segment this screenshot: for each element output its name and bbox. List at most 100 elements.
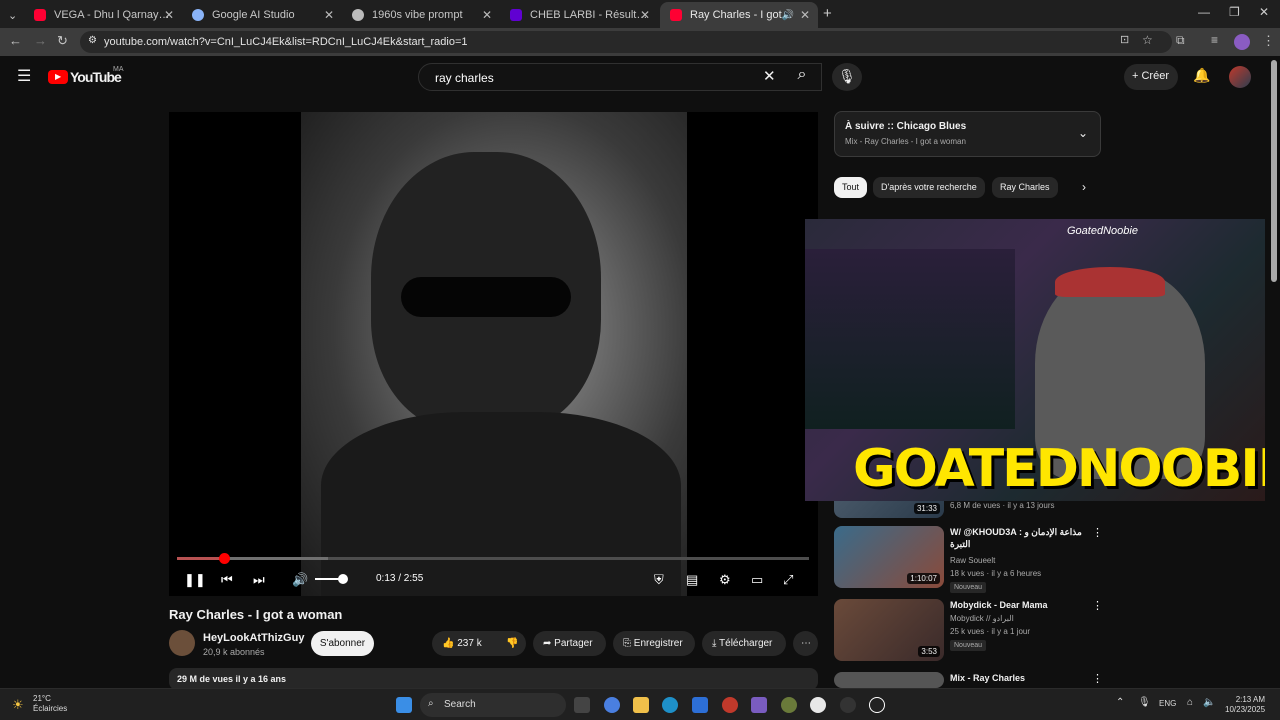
new-tab-icon[interactable]: + <box>823 5 832 22</box>
tab-vega[interactable]: VEGA - Dhu l Qarnayn Prod By ✕ <box>24 2 182 28</box>
speaker-icon[interactable]: 🔊 <box>782 10 794 21</box>
tab-cheb-larbi[interactable]: CHEB LARBI - Résultats Yahoo ✕ <box>500 2 658 28</box>
chip-ray-charles[interactable]: Ray Charles <box>992 177 1058 198</box>
video-thumbnail[interactable]: 3:53 <box>834 599 944 661</box>
video-thumbnail[interactable] <box>834 672 944 688</box>
voice-search-button[interactable]: 🎙 <box>832 63 862 91</box>
page-scrollbar[interactable] <box>1271 60 1277 282</box>
up-next-panel[interactable]: À suivre :: Chicago Blues Mix - Ray Char… <box>834 111 1101 157</box>
browser-menu-icon[interactable]: ⋮ <box>1262 33 1275 49</box>
create-button[interactable]: + Créer <box>1124 64 1178 90</box>
app-green-icon[interactable] <box>781 697 797 713</box>
minimize-icon[interactable]: — <box>1198 5 1210 19</box>
restore-icon[interactable]: ❐ <box>1229 5 1240 19</box>
network-icon[interactable]: ⌂ <box>1187 697 1193 708</box>
close-icon[interactable]: ✕ <box>324 8 334 22</box>
progress-scrubber[interactable] <box>218 553 230 564</box>
volume-icon[interactable]: 🔈 <box>1203 697 1215 708</box>
clear-search-icon[interactable]: ✕ <box>763 67 776 85</box>
channel-name[interactable]: HeyLookAtThizGuy <box>203 632 304 644</box>
hamburger-menu-icon[interactable]: ☰ <box>17 66 31 86</box>
more-actions-button[interactable]: ⋯ <box>793 631 818 656</box>
pause-icon[interactable]: ❚❚ <box>184 572 206 588</box>
channel-avatar[interactable] <box>169 630 195 656</box>
more-vertical-icon[interactable]: ⋮ <box>1092 599 1103 612</box>
system-clock[interactable]: 2:13 AM 10/23/2025 <box>1225 695 1265 715</box>
video-title[interactable]: Mix - Ray Charles <box>950 672 1090 684</box>
copilot-icon[interactable] <box>604 697 620 713</box>
tab-1960s-prompt[interactable]: 1960s vibe prompt ✕ <box>342 2 500 28</box>
search-input[interactable]: ray charles <box>418 63 822 91</box>
fullscreen-icon[interactable]: ⤢ <box>783 572 793 588</box>
volume-icon[interactable]: 🔊 <box>292 572 308 588</box>
like-button[interactable]: 👍 237 k <box>432 631 496 656</box>
chevron-right-icon[interactable]: › <box>1082 180 1086 194</box>
account-avatar[interactable] <box>1229 66 1251 88</box>
dislike-button[interactable]: 👎 <box>496 631 526 656</box>
theater-mode-icon[interactable]: ▭ <box>751 572 763 588</box>
settings-gear-icon[interactable]: ⚙ <box>719 572 731 588</box>
chevron-down-icon[interactable]: ⌄ <box>1078 126 1088 140</box>
next-icon[interactable]: ⏭ <box>253 572 265 588</box>
media-controls-icon[interactable]: ≡ <box>1211 33 1218 47</box>
chevron-up-icon[interactable]: ⌃ <box>1116 697 1124 708</box>
subscribe-button[interactable]: S'abonner <box>311 631 374 656</box>
store-icon[interactable] <box>692 697 708 713</box>
back-icon[interactable]: ← <box>9 33 22 48</box>
volume-knob[interactable] <box>338 574 348 584</box>
language-indicator[interactable]: ENG <box>1159 699 1176 708</box>
shield-icon[interactable]: ⛨ <box>654 572 664 588</box>
search-button[interactable]: ⌕ <box>782 63 822 91</box>
microphone-icon[interactable]: 🎙 <box>1138 697 1151 708</box>
temperature: 21°C <box>33 694 51 703</box>
task-view-icon[interactable] <box>574 697 590 713</box>
progress-bar[interactable] <box>177 553 809 564</box>
extensions-icon[interactable]: ⧉ <box>1176 33 1185 48</box>
taskbar-search[interactable]: ⌕ Search <box>420 693 566 717</box>
notifications-bell-icon[interactable]: 🔔 <box>1193 67 1210 84</box>
chrome-icon[interactable] <box>810 697 826 713</box>
install-icon[interactable]: ⊡ <box>1120 33 1129 46</box>
url-field[interactable]: ⚙ youtube.com/watch?v=CnI_LuCJ4Ek&list=R… <box>80 31 1172 53</box>
more-horizontal-icon: ⋯ <box>801 638 811 649</box>
tab-search-dropdown[interactable]: ⌄ <box>4 2 24 28</box>
description-box[interactable]: 29 M de vues il y a 16 ans <box>169 668 818 690</box>
chip-from-search[interactable]: D'après votre recherche <box>873 177 985 198</box>
close-icon[interactable]: ✕ <box>800 8 810 22</box>
profile-avatar[interactable] <box>1234 34 1250 50</box>
save-button[interactable]: ⎘ Enregistrer <box>613 631 695 656</box>
youtube-logo-icon[interactable]: ▶ <box>48 70 68 84</box>
subtitles-icon[interactable]: ▤ <box>686 572 698 588</box>
close-icon[interactable]: ✕ <box>164 8 174 22</box>
media-player-icon[interactable] <box>869 697 885 713</box>
tab-ray-charles[interactable]: Ray Charles - I got a woman 🔊 ✕ <box>660 2 818 28</box>
reload-icon[interactable]: ↻ <box>57 33 68 49</box>
weather-icon[interactable]: ☀ <box>12 697 24 713</box>
more-vertical-icon[interactable]: ⋮ <box>1092 672 1103 685</box>
chip-all[interactable]: Tout <box>834 177 868 198</box>
channel-name[interactable]: Mobydick // البرادو <box>950 614 1014 623</box>
start-menu-icon[interactable] <box>396 697 412 713</box>
download-button[interactable]: ⤓ Télécharger <box>702 631 786 656</box>
close-icon[interactable]: ✕ <box>482 8 492 22</box>
video-thumbnail[interactable]: 1:10:07 <box>834 526 944 588</box>
tab-ai-studio[interactable]: Google AI Studio ✕ <box>182 2 342 28</box>
video-player[interactable]: ❚❚ ⏮ ⏭ 🔊 0:13 / 2:55 ⛨ ▤ ⚙ ▭ ⤢ <box>169 112 818 596</box>
discord-icon[interactable] <box>751 697 767 713</box>
more-vertical-icon[interactable]: ⋮ <box>1092 526 1103 539</box>
site-info-icon[interactable]: ⚙ <box>88 35 97 46</box>
app-red-icon[interactable] <box>722 697 738 713</box>
channel-name[interactable]: Raw Soueelt <box>950 556 995 565</box>
davinci-icon[interactable] <box>840 697 856 713</box>
bookmark-star-icon[interactable]: ☆ <box>1142 33 1153 47</box>
file-explorer-icon[interactable] <box>633 697 649 713</box>
share-button[interactable]: ➦ Partager <box>533 631 606 656</box>
forward-icon[interactable]: → <box>34 33 47 48</box>
video-title[interactable]: W/ @KHOUD3A : مذاعة الإدمان و التبرة <box>950 526 1090 550</box>
close-window-icon[interactable]: ✕ <box>1259 5 1269 19</box>
close-icon[interactable]: ✕ <box>640 8 650 22</box>
edge-icon[interactable] <box>662 697 678 713</box>
previous-icon[interactable]: ⏮ <box>221 572 233 588</box>
video-title[interactable]: Mobydick - Dear Mama <box>950 599 1090 611</box>
weather-widget[interactable]: 21°C Éclaircies <box>33 694 67 714</box>
